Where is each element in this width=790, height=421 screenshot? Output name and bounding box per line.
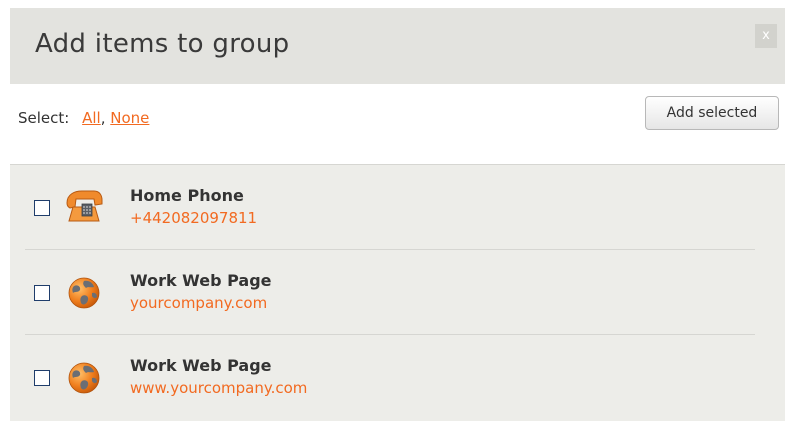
select-all-link[interactable]: All [82, 109, 101, 127]
dialog-header: Add items to group x [10, 8, 785, 84]
item-checkbox[interactable] [34, 285, 50, 301]
select-none-link[interactable]: None [110, 109, 149, 127]
globe-icon [68, 362, 100, 394]
select-separator: , [100, 109, 106, 127]
list-item: Work Web Page yourcompany.com [10, 250, 785, 335]
selection-toolbar: Select: All, None Add selected [10, 84, 785, 164]
select-label: Select: [18, 109, 70, 127]
item-title: Work Web Page [130, 271, 272, 290]
item-value: www.yourcompany.com [130, 379, 308, 397]
dialog-title: Add items to group [35, 29, 290, 59]
add-items-dialog: Add items to group x Select: All, None A… [0, 0, 790, 421]
select-row: Select: All, None [18, 109, 149, 127]
item-title: Work Web Page [130, 356, 272, 375]
add-selected-button[interactable]: Add selected [645, 96, 779, 130]
items-list: Home Phone +442082097811 Work Web Page y… [10, 164, 785, 421]
list-item: Work Web Page www.yourcompany.com [10, 335, 785, 420]
globe-icon [68, 277, 100, 309]
item-checkbox[interactable] [34, 200, 50, 216]
item-checkbox[interactable] [34, 370, 50, 386]
item-value: yourcompany.com [130, 294, 268, 312]
close-button[interactable]: x [755, 24, 777, 48]
item-value: +442082097811 [130, 209, 258, 227]
item-title: Home Phone [130, 186, 244, 205]
list-item: Home Phone +442082097811 [10, 165, 785, 250]
phone-icon [66, 190, 103, 222]
